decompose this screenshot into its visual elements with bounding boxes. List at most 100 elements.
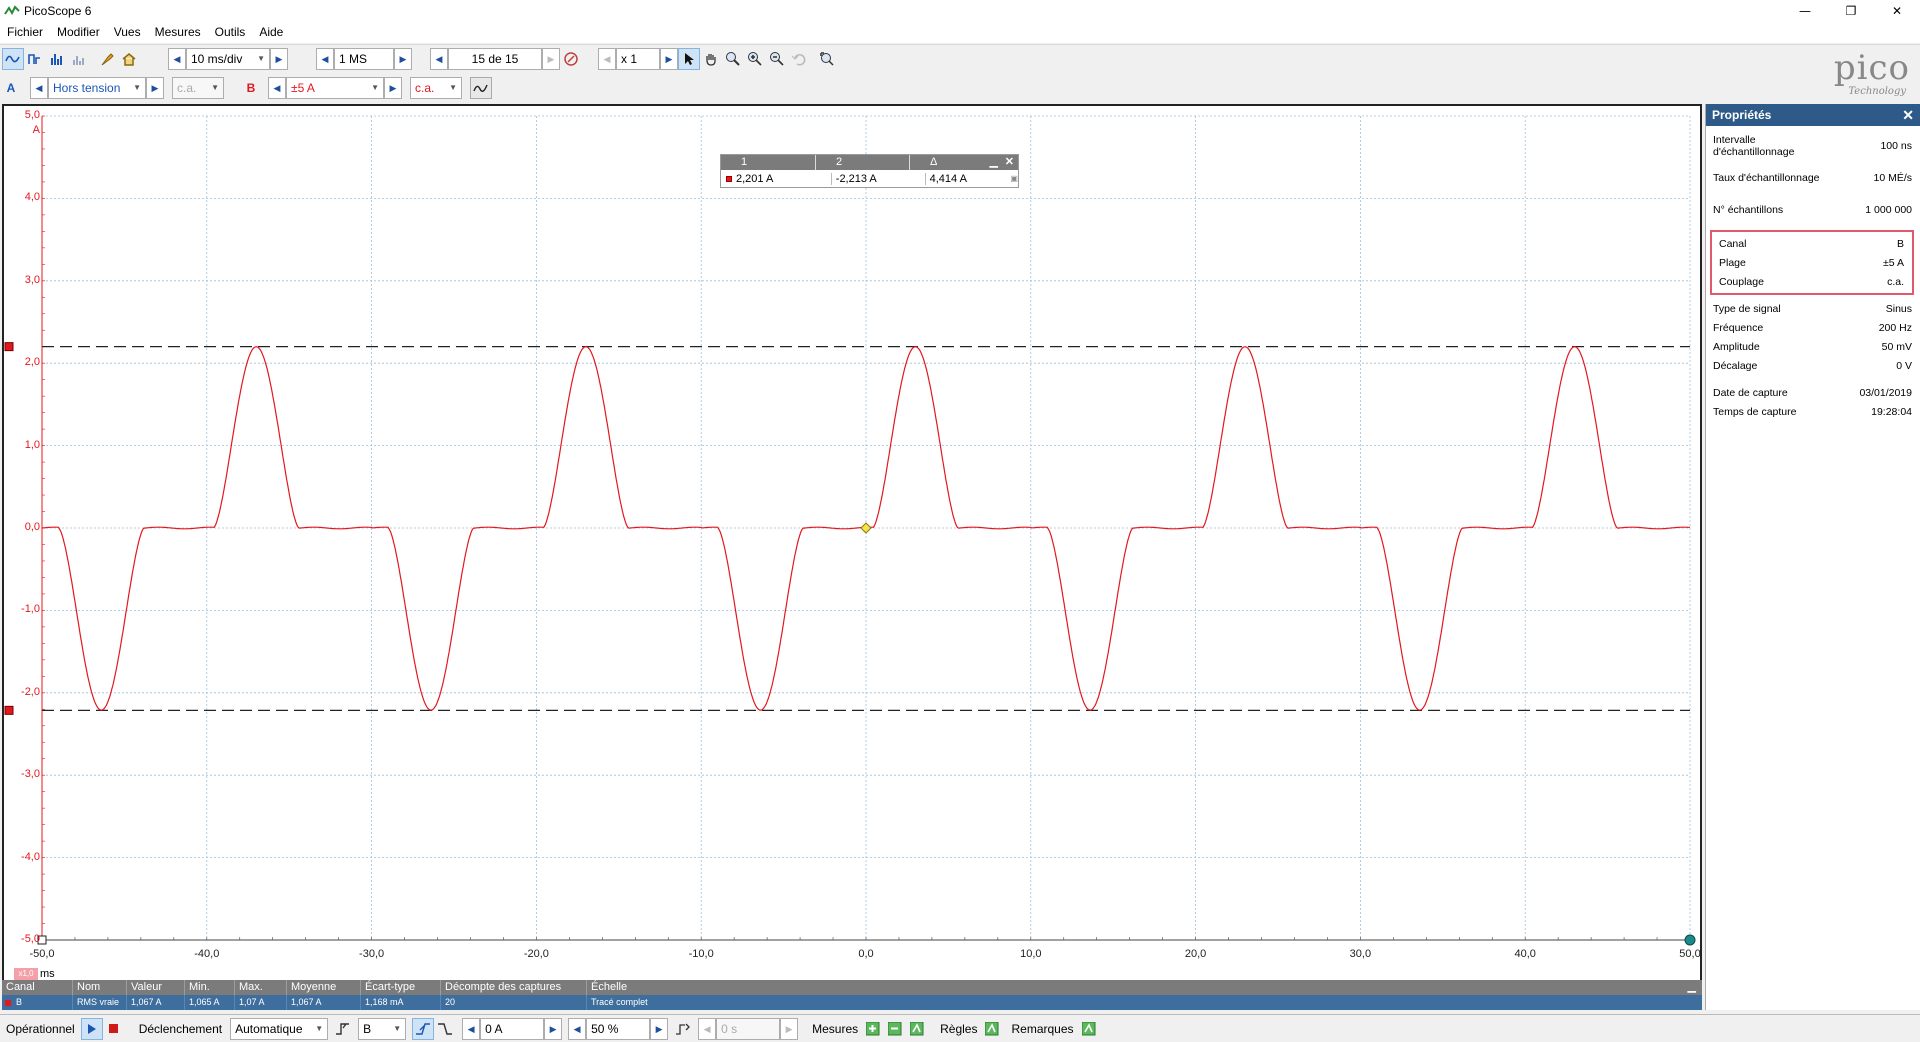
channel-b-range-next-button[interactable]: ▶ bbox=[384, 77, 402, 99]
collapse-icon[interactable]: ▁ bbox=[1684, 980, 1696, 995]
delay-field[interactable]: 0 s bbox=[716, 1018, 781, 1040]
trigger-level-next-button[interactable]: ▶ bbox=[544, 1018, 563, 1040]
chevron-down-icon: ▼ bbox=[211, 83, 219, 92]
trigger-channel-select[interactable]: B ▼ bbox=[358, 1018, 407, 1040]
capture-index-field[interactable]: 15 de 15 bbox=[448, 48, 542, 70]
channel-a-label[interactable]: A bbox=[2, 81, 20, 95]
channel-a-coupling-select[interactable]: c.a. ▼ bbox=[172, 77, 224, 99]
trigger-mode-select[interactable]: Automatique ▼ bbox=[230, 1018, 329, 1040]
measurements-col-header[interactable]: Min. bbox=[184, 980, 210, 995]
zoom-out-icon[interactable] bbox=[766, 48, 788, 70]
zoom-badge[interactable]: x1,0 bbox=[14, 968, 38, 980]
trigger-options-icon[interactable] bbox=[332, 1018, 354, 1040]
channel-b-label[interactable]: B bbox=[242, 81, 260, 95]
add-measure-icon[interactable] bbox=[862, 1018, 884, 1040]
menu-outils[interactable]: Outils bbox=[208, 22, 253, 43]
measurements-col-header[interactable]: Échelle bbox=[586, 980, 627, 995]
measurements-col-header[interactable]: Moyenne bbox=[286, 980, 336, 995]
samples-prev-button[interactable]: ◀ bbox=[316, 48, 334, 70]
hand-tool-icon[interactable] bbox=[700, 48, 722, 70]
waveform-plot[interactable] bbox=[4, 106, 1700, 1008]
measurements-col-header[interactable]: Valeur bbox=[126, 980, 162, 995]
lock-icon[interactable]: ▣ bbox=[1010, 174, 1018, 183]
falling-edge-icon[interactable] bbox=[434, 1018, 456, 1040]
zoom-area-icon[interactable] bbox=[722, 48, 744, 70]
close-button[interactable]: ✕ bbox=[1874, 0, 1920, 22]
channel-options-icon[interactable] bbox=[470, 77, 492, 99]
pretrigger-field[interactable]: 50 % bbox=[586, 1018, 651, 1040]
y-tick-label: 0,0 bbox=[24, 521, 40, 533]
pretrigger-prev-button[interactable]: ◀ bbox=[568, 1018, 587, 1040]
menu-mesures[interactable]: Mesures bbox=[148, 22, 208, 43]
table-row[interactable]: B RMS vraie 1,067 A 1,065 A 1,07 A 1,067 A 1,1… bbox=[2, 995, 1702, 1010]
y-tick-label: -4,0 bbox=[21, 850, 40, 863]
menu-vues[interactable]: Vues bbox=[107, 22, 148, 43]
zoom-prev-button[interactable]: ◀ bbox=[598, 48, 616, 70]
menu-modifier[interactable]: Modifier bbox=[50, 22, 107, 43]
timebase-next-button[interactable]: ▶ bbox=[270, 48, 288, 70]
spectrum-mode-icon[interactable] bbox=[46, 48, 68, 70]
start-button[interactable] bbox=[80, 1018, 103, 1040]
notes-icon[interactable] bbox=[1078, 1018, 1100, 1040]
math-mode-icon[interactable] bbox=[68, 48, 90, 70]
close-ruler-icon[interactable]: ✕ bbox=[1005, 155, 1014, 170]
zoom-next-button[interactable]: ▶ bbox=[660, 48, 678, 70]
measurements-col-header[interactable]: Écart-type bbox=[360, 980, 415, 995]
stop-button[interactable] bbox=[103, 1018, 125, 1040]
trigger-level-prev-button[interactable]: ◀ bbox=[462, 1018, 481, 1040]
channel-b-range-prev-button[interactable]: ◀ bbox=[268, 77, 286, 99]
minimize-button[interactable]: — bbox=[1782, 0, 1828, 22]
timebase-select[interactable]: 10 ms/div ▼ bbox=[186, 48, 270, 70]
measurements-col-header[interactable]: Nom bbox=[72, 980, 100, 995]
persistence-mode-icon[interactable] bbox=[24, 48, 46, 70]
property-key: Intervalle d'échantillonnage bbox=[1713, 134, 1795, 158]
probe-icon[interactable] bbox=[96, 48, 118, 70]
minimize-ruler-icon[interactable]: ▁ bbox=[990, 155, 998, 170]
scope-view[interactable]: 5,0 4,0 3,0 2,0 1,0 0,0 -1,0 -2,0 -3,0 -4,0 -5,0 -… bbox=[2, 104, 1702, 1010]
status-bar: Opérationnel Déclenchement Automatique ▼ … bbox=[0, 1014, 1920, 1042]
channel-b-coupling-select[interactable]: c.a. ▼ bbox=[410, 77, 462, 99]
delete-measure-icon[interactable] bbox=[906, 1018, 928, 1040]
capture-prev-button[interactable]: ◀ bbox=[430, 48, 448, 70]
trigger-level-field[interactable]: 0 A bbox=[480, 1018, 545, 1040]
zoom-factor-field[interactable]: x 1 bbox=[616, 48, 660, 70]
channel-a-range-prev-button[interactable]: ◀ bbox=[30, 77, 48, 99]
property-key: Canal bbox=[1719, 237, 1747, 250]
close-properties-icon[interactable]: ✕ bbox=[1902, 107, 1914, 124]
scope-mode-icon[interactable] bbox=[2, 48, 24, 70]
edit-measure-icon[interactable] bbox=[884, 1018, 906, 1040]
navigator-icon[interactable] bbox=[560, 48, 582, 70]
measurement-cell: 1,067 A bbox=[126, 995, 162, 1010]
samples-select[interactable]: 1 MS bbox=[334, 48, 394, 70]
delay-toggle-icon[interactable] bbox=[672, 1018, 694, 1040]
trigger-marker bbox=[860, 522, 872, 534]
timebase-prev-button[interactable]: ◀ bbox=[168, 48, 186, 70]
delay-next-button[interactable]: ▶ bbox=[780, 1018, 799, 1040]
measurements-col-header[interactable]: Max. bbox=[234, 980, 263, 995]
x-tick-label: -30,0 bbox=[359, 948, 385, 960]
maximize-button[interactable]: ❐ bbox=[1828, 0, 1874, 22]
property-row: Taux d'échantillonnage 10 MÉ/s bbox=[1706, 162, 1920, 194]
home-icon[interactable] bbox=[118, 48, 140, 70]
rising-edge-icon[interactable] bbox=[412, 1018, 435, 1040]
pointer-tool-icon[interactable] bbox=[678, 48, 700, 70]
zoom-in-icon[interactable] bbox=[744, 48, 766, 70]
channel-b-range-select[interactable]: ±5 A ▼ bbox=[286, 77, 384, 99]
measurements-col-header[interactable]: Décompte des captures bbox=[440, 980, 561, 995]
channel-a-range-next-button[interactable]: ▶ bbox=[146, 77, 164, 99]
delay-prev-button[interactable]: ◀ bbox=[698, 1018, 717, 1040]
capture-next-button[interactable]: ▶ bbox=[542, 48, 560, 70]
property-row: Date de capture 03/01/2019 bbox=[1706, 383, 1920, 402]
ruler-legend[interactable]: 1 2 Δ ▁ ✕ 2,201 A -2,213 A 4,414 A ▣ bbox=[720, 154, 1019, 188]
rules-icon[interactable] bbox=[981, 1018, 1003, 1040]
pretrigger-next-button[interactable]: ▶ bbox=[650, 1018, 669, 1040]
menu-fichier[interactable]: Fichier bbox=[0, 22, 50, 43]
undo-zoom-icon[interactable] bbox=[788, 48, 810, 70]
zoom-fit-icon[interactable] bbox=[816, 48, 838, 70]
samples-next-button[interactable]: ▶ bbox=[394, 48, 412, 70]
menu-aide[interactable]: Aide bbox=[252, 22, 290, 43]
chevron-down-icon: ▼ bbox=[371, 83, 379, 92]
measurements-col-header[interactable]: Canal bbox=[2, 980, 35, 995]
channel-a-range-select[interactable]: Hors tension ▼ bbox=[48, 77, 146, 99]
ruler-handle-1 bbox=[4, 342, 14, 352]
